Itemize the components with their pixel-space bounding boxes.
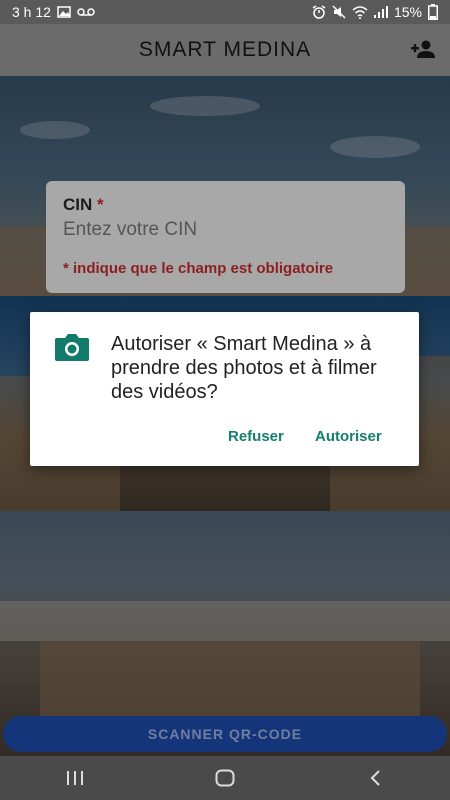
scan-button-label: SCANNER QR-CODE	[147, 726, 303, 742]
camera-icon	[55, 334, 89, 361]
required-asterisk: *	[97, 195, 104, 214]
gallery-icon	[57, 6, 71, 18]
recent-apps-button[interactable]	[55, 763, 95, 793]
back-button[interactable]	[355, 763, 395, 793]
recent-apps-icon	[67, 771, 83, 785]
allow-button[interactable]: Autoriser	[315, 428, 382, 445]
signal-icon	[373, 6, 388, 18]
add-user-button[interactable]	[410, 36, 436, 62]
add-person-icon	[411, 40, 435, 58]
system-nav-bar	[0, 756, 450, 800]
battery-percent: 15%	[393, 4, 422, 20]
voicemail-icon	[77, 7, 95, 17]
status-time: 3 h 12	[12, 4, 51, 20]
cin-form-card: CIN * * indique que le champ est obligat…	[46, 181, 405, 293]
dialog-message: Autoriser « Smart Medina » à prendre des…	[111, 333, 377, 403]
home-icon	[215, 769, 235, 787]
mute-icon	[332, 5, 346, 19]
required-note: * indique que le champ est obligatoire	[63, 260, 334, 277]
app-bar: SMART MEDINA	[0, 24, 450, 76]
cin-input[interactable]	[63, 219, 383, 241]
status-bar: 3 h 12 15%	[0, 0, 450, 24]
home-button[interactable]	[205, 763, 245, 793]
battery-icon	[428, 4, 438, 20]
wifi-icon	[352, 5, 368, 19]
scan-qr-code-button[interactable]: SCANNER QR-CODE	[3, 716, 447, 752]
app-title: SMART MEDINA	[138, 38, 312, 61]
alarm-icon	[312, 5, 326, 19]
camera-permission-dialog: Autoriser « Smart Medina » à prendre des…	[30, 312, 419, 466]
status-right: 15%	[312, 4, 438, 20]
back-icon	[370, 770, 380, 786]
status-left: 3 h 12	[12, 4, 95, 20]
cin-label-text: CIN	[63, 195, 93, 214]
deny-button[interactable]: Refuser	[228, 428, 284, 445]
cin-label: CIN *	[63, 195, 388, 215]
